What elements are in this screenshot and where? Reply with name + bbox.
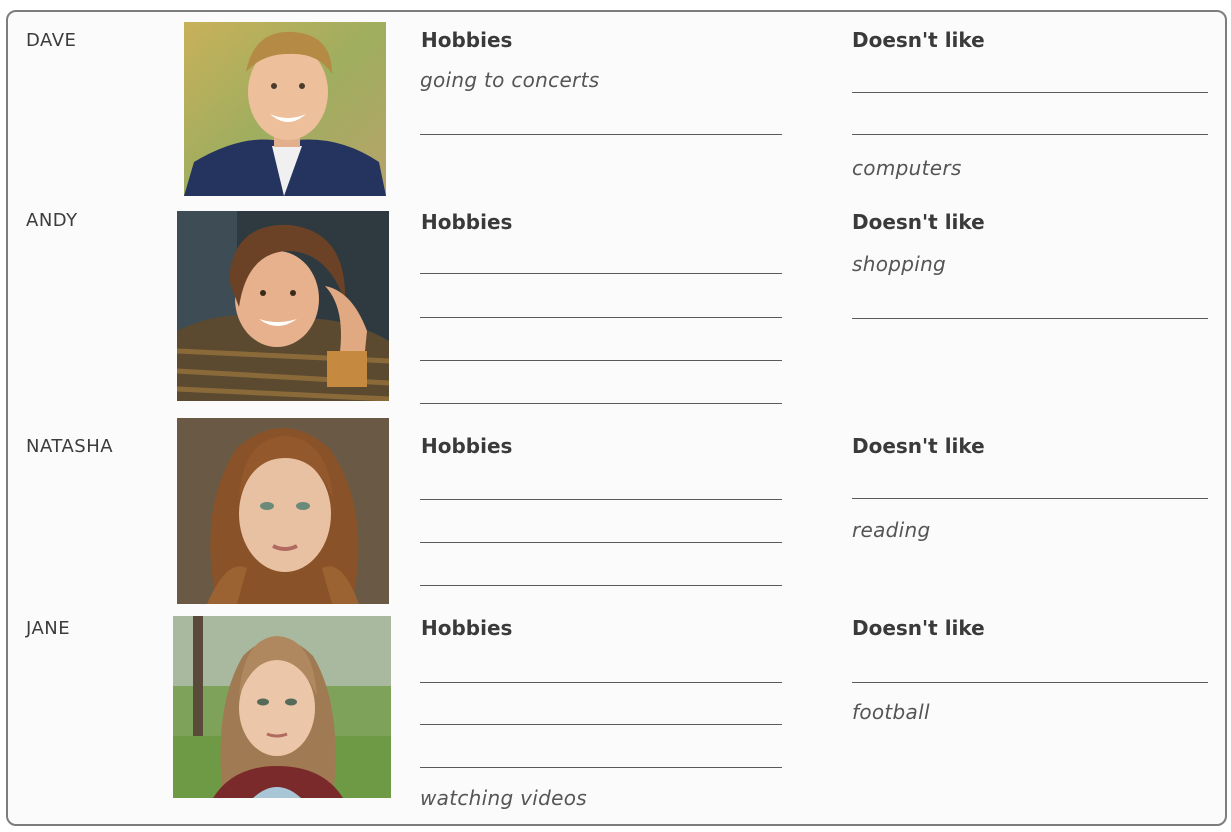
hobby-answer: going to concerts bbox=[420, 68, 600, 92]
answer-line[interactable] bbox=[420, 542, 782, 543]
hobbies-heading: Hobbies bbox=[421, 616, 513, 640]
doesnt-like-heading: Doesn't like bbox=[852, 210, 985, 234]
answer-line[interactable] bbox=[420, 682, 782, 683]
answer-line[interactable] bbox=[420, 403, 782, 404]
hobbies-heading: Hobbies bbox=[421, 210, 513, 234]
hobby-answer: watching videos bbox=[420, 786, 587, 810]
photo-dave bbox=[184, 22, 386, 196]
answer-line[interactable] bbox=[852, 134, 1208, 135]
doesnt-like-heading: Doesn't like bbox=[852, 28, 985, 52]
hobbies-heading: Hobbies bbox=[421, 28, 513, 52]
answer-line[interactable] bbox=[852, 92, 1208, 93]
answer-line[interactable] bbox=[420, 499, 782, 500]
person-name-jane: JANE bbox=[26, 618, 71, 639]
answer-line[interactable] bbox=[852, 318, 1208, 319]
doesnt-like-heading: Doesn't like bbox=[852, 616, 985, 640]
dislike-answer: shopping bbox=[852, 252, 947, 276]
person-name-dave: DAVE bbox=[26, 30, 77, 51]
photo-natasha bbox=[177, 418, 389, 604]
answer-line[interactable] bbox=[852, 498, 1208, 499]
doesnt-like-heading: Doesn't like bbox=[852, 434, 985, 458]
answer-line[interactable] bbox=[852, 682, 1208, 683]
answer-line[interactable] bbox=[420, 360, 782, 361]
dislike-answer: football bbox=[852, 700, 930, 724]
photo-jane bbox=[173, 616, 391, 798]
person-name-natasha: NATASHA bbox=[26, 436, 114, 457]
answer-line[interactable] bbox=[420, 273, 782, 274]
answer-line[interactable] bbox=[420, 585, 782, 586]
answer-line[interactable] bbox=[420, 767, 782, 768]
dislike-answer: reading bbox=[852, 518, 931, 542]
dislike-answer: computers bbox=[852, 156, 962, 180]
person-name-andy: ANDY bbox=[26, 210, 78, 231]
answer-line[interactable] bbox=[420, 317, 782, 318]
answer-line[interactable] bbox=[420, 134, 782, 135]
photo-andy bbox=[177, 211, 389, 401]
answer-line[interactable] bbox=[420, 724, 782, 725]
hobbies-heading: Hobbies bbox=[421, 434, 513, 458]
